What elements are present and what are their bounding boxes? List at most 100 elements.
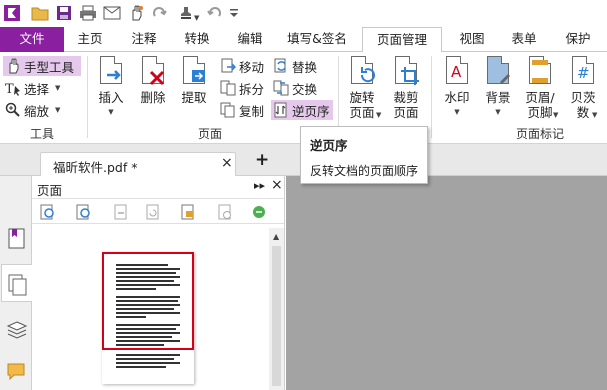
foxit-logo-icon[interactable] bbox=[3, 4, 21, 22]
hand-tool-label: 手型工具 bbox=[24, 59, 75, 75]
reverse-page-tooltip: 逆页序 反转文档的页面顺序 bbox=[300, 126, 428, 184]
reduce-thumbnail-icon[interactable] bbox=[76, 204, 92, 220]
header-footer-label-line1: 页眉/ bbox=[525, 90, 555, 105]
replace-page-label: 替换 bbox=[292, 59, 318, 75]
move-page-icon bbox=[220, 58, 237, 74]
header-footer-dropdown-caret[interactable]: ▼ bbox=[553, 111, 558, 119]
stamp-dropdown-caret[interactable]: ▼ bbox=[194, 9, 199, 23]
insert-page-label: 插入 bbox=[98, 90, 124, 105]
email-icon[interactable] bbox=[103, 4, 121, 22]
pages-panel-tab[interactable] bbox=[1, 264, 32, 302]
tab-file[interactable]: 文件 bbox=[0, 27, 64, 52]
ribbon-tabs: 文件 主页 注释 转换 编辑 填写&签名 页面管理 视图 表单 保护 bbox=[0, 27, 607, 53]
hand-tool-button[interactable]: 手型工具 bbox=[3, 56, 81, 76]
crop-page-button[interactable]: 裁剪 页面 bbox=[388, 56, 424, 120]
print-icon[interactable] bbox=[79, 4, 97, 22]
tab-page-manage[interactable]: 页面管理 bbox=[362, 27, 442, 53]
document-tab[interactable]: 福昕软件.pdf * × bbox=[40, 152, 236, 176]
stamp-icon[interactable] bbox=[177, 4, 195, 22]
panel-toolbar bbox=[32, 198, 284, 224]
background-icon bbox=[484, 56, 512, 86]
watermark-button[interactable]: A 水印 ▼ bbox=[440, 56, 474, 120]
redo-icon[interactable] bbox=[151, 4, 169, 22]
hand-icon[interactable] bbox=[127, 4, 145, 22]
select-tool-label: 选择 bbox=[24, 81, 50, 97]
document-canvas[interactable] bbox=[286, 176, 607, 390]
rotate-dropdown-caret[interactable]: ▼ bbox=[376, 111, 381, 119]
insert-page-button[interactable]: 插入 ▼ bbox=[95, 56, 127, 120]
copy-page-button[interactable]: 复制 bbox=[220, 100, 264, 120]
navigation-rail bbox=[0, 176, 32, 390]
zoom-icon bbox=[5, 102, 21, 118]
expand-panel-icon[interactable]: ▸▸ bbox=[254, 179, 265, 192]
swap-page-label: 交换 bbox=[292, 81, 318, 97]
tab-annotate[interactable]: 注释 bbox=[122, 27, 166, 52]
background-dropdown-caret: ▼ bbox=[495, 108, 501, 116]
copy-page-label: 复制 bbox=[239, 103, 265, 119]
extract-page-icon bbox=[180, 56, 208, 86]
split-page-label: 拆分 bbox=[239, 81, 265, 97]
select-dropdown-caret: ▼ bbox=[55, 84, 61, 92]
reverse-page-icon bbox=[273, 102, 289, 118]
crop-label-line1: 裁剪 bbox=[393, 90, 419, 105]
crop-label-line2: 页面 bbox=[393, 105, 419, 120]
watermark-dropdown-caret: ▼ bbox=[454, 108, 460, 116]
bookmark-icon[interactable] bbox=[8, 228, 26, 253]
extract-page-label: 提取 bbox=[181, 90, 207, 105]
insert-page-icon bbox=[97, 56, 125, 86]
open-folder-icon[interactable] bbox=[31, 4, 49, 22]
comment-icon[interactable] bbox=[6, 362, 28, 385]
tab-edit[interactable]: 编辑 bbox=[228, 27, 272, 52]
tab-protect[interactable]: 保护 bbox=[556, 27, 600, 52]
page-thumbnail[interactable] bbox=[102, 252, 194, 384]
split-page-icon bbox=[220, 80, 236, 96]
enlarge-thumbnail-icon[interactable] bbox=[40, 204, 56, 220]
text-select-icon: T bbox=[5, 80, 21, 97]
replace-page-button[interactable]: 替换 bbox=[273, 56, 317, 76]
delete-thumbnail-icon[interactable] bbox=[217, 204, 233, 220]
background-button[interactable]: 背景 ▼ bbox=[481, 56, 515, 120]
layers-icon[interactable] bbox=[6, 320, 28, 343]
tab-fill-sign[interactable]: 填写&签名 bbox=[282, 27, 352, 52]
close-panel-icon[interactable]: × bbox=[271, 177, 283, 193]
save-icon[interactable] bbox=[55, 4, 73, 22]
hand-icon bbox=[5, 58, 21, 74]
extract-page-button[interactable]: 提取 bbox=[178, 56, 210, 105]
crop-page-icon bbox=[392, 56, 420, 86]
tab-convert[interactable]: 转换 bbox=[175, 27, 219, 52]
rotate-thumbnail-icon[interactable] bbox=[145, 204, 161, 220]
close-tab-icon[interactable]: × bbox=[221, 155, 233, 171]
tools-group-label: 工具 bbox=[29, 127, 54, 141]
tab-form[interactable]: 表单 bbox=[504, 27, 544, 52]
new-tab-icon[interactable]: + bbox=[255, 150, 269, 170]
reverse-page-button[interactable]: 逆页序 bbox=[271, 100, 333, 120]
bates-dropdown-caret[interactable]: ▼ bbox=[592, 111, 597, 119]
header-footer-label-line2: 页脚 bbox=[527, 105, 553, 120]
scroll-up-icon[interactable]: ▲ bbox=[273, 232, 279, 241]
undo-icon[interactable] bbox=[205, 4, 223, 22]
panel-scrollbar[interactable]: ▲ bbox=[269, 228, 284, 390]
move-page-button[interactable]: 移动 bbox=[220, 56, 264, 76]
thumbnail-options-icon[interactable] bbox=[251, 204, 267, 220]
delete-page-button[interactable]: 删除 bbox=[137, 56, 169, 105]
select-tool-button[interactable]: T 选择 ▼ bbox=[5, 78, 60, 98]
tab-view[interactable]: 视图 bbox=[452, 27, 492, 52]
swap-page-icon bbox=[273, 80, 289, 96]
insert-thumbnail-icon[interactable] bbox=[113, 204, 129, 220]
replace-page-icon bbox=[273, 58, 289, 74]
move-page-label: 移动 bbox=[239, 59, 265, 75]
zoom-tool-label: 缩放 bbox=[24, 103, 50, 119]
extract-thumbnail-icon[interactable] bbox=[180, 204, 196, 220]
zoom-tool-button[interactable]: 缩放 ▼ bbox=[5, 100, 60, 120]
tooltip-title: 逆页序 bbox=[310, 138, 348, 153]
delete-page-icon bbox=[139, 56, 167, 86]
scrollbar-thumb[interactable] bbox=[272, 246, 281, 386]
rotate-page-button[interactable]: 旋转 页面 bbox=[344, 56, 380, 120]
tab-home[interactable]: 主页 bbox=[70, 27, 110, 52]
bates-number-icon: # bbox=[569, 56, 597, 86]
swap-page-button[interactable]: 交换 bbox=[273, 78, 317, 98]
rotate-page-icon bbox=[348, 56, 376, 86]
customize-icon[interactable] bbox=[225, 4, 243, 22]
pages-panel: 页面 ▸▸ × ▲ bbox=[32, 176, 285, 390]
split-page-button[interactable]: 拆分 bbox=[220, 78, 264, 98]
